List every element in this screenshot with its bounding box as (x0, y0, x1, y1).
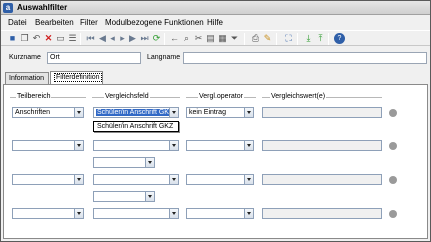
teilbereich-combo-2[interactable] (12, 140, 84, 151)
import-icon[interactable]: ⤓ (303, 33, 314, 44)
chevron-down-icon[interactable] (145, 192, 154, 201)
column-header-vergleichsfeld: Vergleichsfeld (92, 93, 180, 101)
chevron-down-icon[interactable] (169, 209, 178, 218)
copy-icon[interactable]: ❐ (19, 33, 30, 44)
teilbereich-combo-1[interactable]: Anschriften (12, 107, 84, 118)
refresh-icon[interactable]: ⟳ (151, 33, 162, 44)
tab-filterdefinition[interactable]: Filterdefinition (50, 71, 103, 85)
filter-icon[interactable]: ▦ (217, 33, 228, 44)
column-label-teilbereich: Teilbereich (16, 93, 52, 101)
print-icon[interactable]: ⎙ (250, 33, 261, 44)
column-label-vergleichswert: Vergleichswert(e) (270, 93, 327, 101)
new-icon[interactable]: ▭ (55, 33, 66, 44)
operator-value-1: kein Eintrag (189, 109, 226, 116)
teilbereich-value-1: Anschriften (15, 109, 51, 116)
operator-combo-2[interactable] (186, 140, 254, 151)
cut-icon[interactable]: ✂ (193, 33, 204, 44)
column-header-teilbereich: Teilbereich (10, 93, 86, 101)
edit-icon[interactable]: ✎ (262, 33, 273, 44)
help-icon[interactable]: ? (334, 33, 345, 44)
toolbar-separator (80, 33, 81, 45)
column-header-vergleichswert: Vergleichswert(e) (262, 93, 382, 101)
vergleichswert-field-3[interactable] (262, 174, 382, 185)
vergleichsfeld-combo-1[interactable]: Schüler/in Anschrift GKZ (93, 107, 179, 118)
chevron-down-icon[interactable] (169, 141, 178, 150)
app-icon: a (3, 3, 13, 13)
next-page-icon[interactable]: ▶ (127, 33, 138, 44)
toolbar-separator (328, 33, 329, 45)
funnel-icon[interactable]: ⏷ (229, 33, 240, 44)
vergleichswert-field-2[interactable] (262, 140, 382, 151)
chevron-down-icon[interactable] (145, 158, 154, 167)
delete-icon[interactable]: ✕ (43, 33, 54, 44)
chevron-down-icon[interactable] (169, 108, 178, 117)
teilbereich-combo-4[interactable] (12, 208, 84, 219)
chevron-down-icon[interactable] (169, 175, 178, 184)
vergleichsfeld-value-1: Schüler/in Anschrift GKZ (96, 109, 175, 116)
menu-bearbeiten[interactable]: Bearbeiten (35, 18, 74, 27)
toolbar-separator (297, 33, 298, 45)
vergleichsfeld-combo-4[interactable] (93, 208, 179, 219)
vergleichsfeld-combo-2[interactable] (93, 140, 179, 151)
first-icon[interactable]: ⏮ (85, 33, 96, 44)
tab-filterdefinition-label: Filterdefinition (54, 73, 102, 82)
title-bar[interactable]: a Auswahlfilter (1, 1, 430, 15)
langname-label: Langname (147, 54, 181, 61)
menu-bar: Datei Bearbeiten Filter Modulbezogene Fu… (1, 16, 430, 29)
chevron-down-icon[interactable] (244, 209, 253, 218)
vergleichswert-field-4[interactable] (262, 208, 382, 219)
toolbar: ■ ❐ ↶ ✕ ▭ ☰ ⏮ ◀ ◂ ▸ ▶ ⏭ ⟳ ← ⌕ ✂ ▤ ▦ ⏷ ⎙ … (1, 30, 430, 46)
operator-combo-4[interactable] (186, 208, 254, 219)
kurzname-field[interactable]: Ort (47, 52, 141, 64)
toolbar-separator (164, 33, 165, 45)
operator-combo-1[interactable]: kein Eintrag (186, 107, 254, 118)
list-icon[interactable]: ☰ (67, 33, 78, 44)
toolbar-separator (276, 33, 277, 45)
chevron-down-icon[interactable] (74, 108, 83, 117)
window-title: Auswahlfilter (17, 3, 68, 12)
vergleichsfeld-combo-3[interactable] (93, 174, 179, 185)
menu-modulbezogene-funktionen[interactable]: Modulbezogene Funktionen (105, 18, 204, 27)
last-icon[interactable]: ⏭ (139, 33, 150, 44)
operator-combo-3[interactable] (186, 174, 254, 185)
back-arrow-icon[interactable]: ← (169, 33, 180, 44)
menu-filter[interactable]: Filter (80, 18, 98, 27)
chevron-down-icon[interactable] (244, 175, 253, 184)
value-picker-button-1[interactable] (389, 109, 397, 117)
menu-hilfe[interactable]: Hilfe (207, 18, 223, 27)
menu-datei[interactable]: Datei (8, 18, 27, 27)
save-icon[interactable]: ■ (7, 33, 18, 44)
vergleichswert-field-1[interactable] (262, 107, 382, 118)
export-icon[interactable]: ⤒ (315, 33, 326, 44)
chevron-down-icon[interactable] (74, 141, 83, 150)
logic-combo-3[interactable] (93, 191, 155, 202)
langname-field[interactable] (183, 52, 427, 64)
toolbar-separator (244, 33, 245, 45)
undo-icon[interactable]: ↶ (31, 33, 42, 44)
kurzname-label: Kurzname (9, 54, 41, 61)
value-picker-button-3[interactable] (389, 176, 397, 184)
value-picker-button-2[interactable] (389, 142, 397, 150)
paste-icon[interactable]: ▤ (205, 33, 216, 44)
chevron-down-icon[interactable] (74, 209, 83, 218)
auswahlfilter-window: a Auswahlfilter Datei Bearbeiten Filter … (0, 0, 431, 242)
chevron-down-icon[interactable] (74, 175, 83, 184)
filterdefinition-panel: Teilbereich Vergleichsfeld Vergl.operato… (3, 84, 428, 239)
column-header-vergloperator: Vergl.operator (186, 93, 256, 101)
teilbereich-combo-3[interactable] (12, 174, 84, 185)
chevron-down-icon[interactable] (244, 141, 253, 150)
column-label-vergloperator: Vergl.operator (198, 93, 244, 101)
search-icon[interactable]: ⌕ (181, 33, 192, 44)
header-panel: Kurzname Ort Langname (3, 48, 428, 68)
vergleichsfeld-dropdown-option[interactable]: Schüler/in Anschrift GKZ (93, 121, 179, 132)
select-icon[interactable]: ⛶ (283, 33, 294, 44)
value-picker-button-4[interactable] (389, 210, 397, 218)
column-label-vergleichsfeld: Vergleichsfeld (104, 93, 150, 101)
logic-combo-2[interactable] (93, 157, 155, 168)
chevron-down-icon[interactable] (244, 108, 253, 117)
